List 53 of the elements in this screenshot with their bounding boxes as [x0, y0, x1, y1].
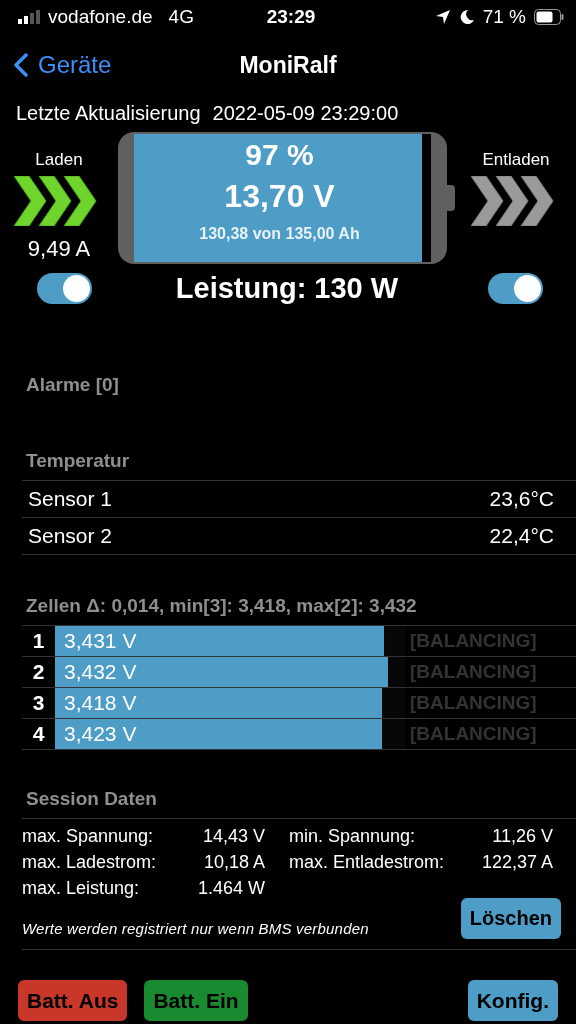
network-type: 4G [168, 6, 194, 28]
clear-button[interactable]: Löschen [460, 898, 561, 939]
discharge-label: Entladen [482, 150, 550, 170]
toggle-switch[interactable] [37, 272, 92, 304]
location-icon [434, 9, 451, 25]
sensor-value: 22,4°C [489, 524, 554, 548]
update-timestamp: 2022-05-09 23:29:00 [212, 101, 399, 125]
battery-percentage: 71 % [482, 6, 526, 28]
back-button[interactable]: Geräte [0, 51, 112, 79]
moon-icon [458, 9, 475, 25]
update-label: Letzte Aktualisierung [16, 101, 201, 125]
config-button[interactable]: Konfig. [467, 980, 558, 1021]
cell-number: 1 [31, 628, 46, 654]
battery-capacity: 130,38 von 135,00 Ah [199, 225, 360, 243]
stat-value: 122,37 A [480, 851, 553, 874]
battery-voltage: 13,70 V [224, 178, 335, 215]
cell-voltage: 3,431 V [63, 629, 137, 653]
battery-off-button[interactable]: Batt. Aus [18, 980, 128, 1021]
stat-label: max. Entladestrom: [289, 851, 446, 874]
battery-on-button[interactable]: Batt. Ein [144, 980, 248, 1021]
cell-number: 4 [31, 721, 46, 747]
stat-label: max. Leistung: [22, 877, 141, 900]
cell-voltage: 3,432 V [63, 660, 137, 684]
sensor-name: Sensor 2 [28, 524, 113, 548]
info-note: Werte werden registriert nur wenn BMS verbunden [22, 920, 369, 937]
battery-icon [534, 9, 564, 25]
stat-label: max. Ladestrom: [22, 851, 158, 874]
section-header: Temperatur [25, 450, 131, 472]
screen-title: MoniRalf [239, 51, 337, 79]
power-reading: Leistung: 130 W [174, 271, 400, 305]
stat-label: min. Spannung: [289, 825, 417, 848]
cell-voltage: 3,423 V [63, 722, 137, 746]
section-header: Session Daten [25, 788, 158, 810]
charge-percentage: 97 % [245, 138, 314, 172]
section-header: Zellen Δ: 0,014, min[3]: 3,418, max[2]: 3,432 [25, 595, 418, 617]
sensor-name: Sensor 1 [28, 487, 113, 511]
carrier-name: vodafone.de [48, 6, 153, 28]
stat-value: 14,43 V [201, 825, 265, 848]
section-header: Alarme [0] [25, 374, 120, 396]
sensor-value: 23,6°C [489, 487, 554, 511]
toggle-switch[interactable] [488, 272, 543, 304]
stat-label: max. Spannung: [22, 825, 155, 848]
charge-current: 9,49 A [27, 236, 91, 262]
cell-number: 3 [31, 690, 46, 716]
signal-icon [18, 10, 40, 24]
cell-voltage: 3,418 V [63, 691, 137, 715]
stat-value: 11,26 V [491, 825, 553, 848]
chevron-left-icon [14, 53, 28, 77]
stat-value: 10,18 A [202, 851, 265, 874]
clock-time: 23:29 [266, 6, 316, 28]
charge-label: Laden [35, 150, 83, 170]
stat-value: 1.464 W [196, 877, 265, 900]
cell-number: 2 [31, 659, 46, 685]
